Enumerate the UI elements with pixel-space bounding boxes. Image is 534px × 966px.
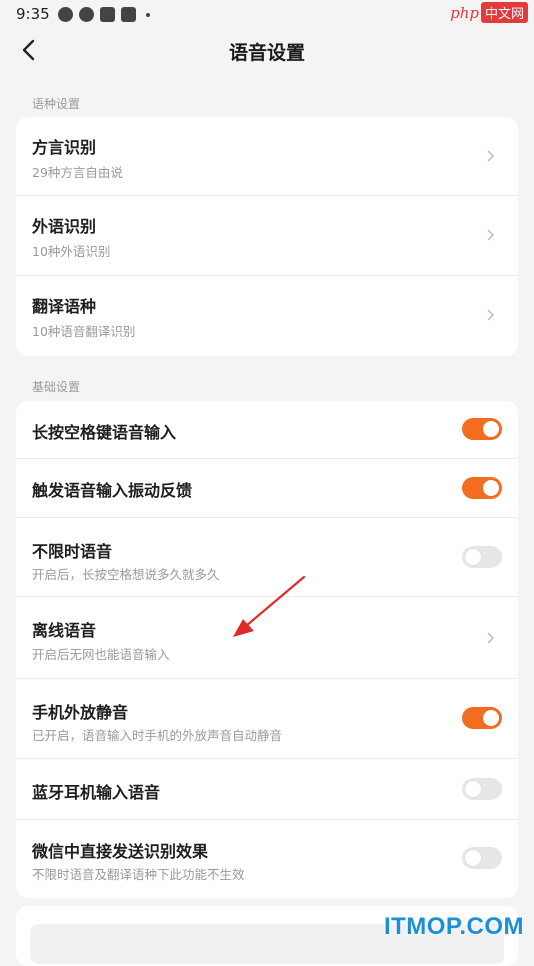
nav-bar: 语音设置 <box>0 28 534 74</box>
row-title: 外语识别 <box>32 217 97 236</box>
toggle-knob <box>483 710 499 726</box>
speaker-mute-toggle[interactable] <box>462 707 502 729</box>
dot-icon <box>146 12 150 17</box>
toggle-knob <box>483 421 499 437</box>
row-title: 触发语音输入振动反馈 <box>32 481 193 500</box>
app-icon <box>100 7 115 22</box>
row-subtitle: 开启后无网也能语音输入 <box>32 647 170 662</box>
row-subtitle: 开启后，长按空格想说多久就多久 <box>32 567 220 582</box>
toggle-knob <box>465 549 481 565</box>
wechat-direct-send-row: 微信中直接发送识别效果 不限时语音及翻译语种下此功能不生效 <box>16 820 518 898</box>
vibration-feedback-toggle[interactable] <box>462 477 502 499</box>
row-title: 手机外放静音 <box>32 703 129 722</box>
chevron-right-icon <box>482 306 500 324</box>
status-bar: 9:35 php 中文网 <box>0 0 534 28</box>
weibo-icon <box>58 7 73 22</box>
unlimited-voice-toggle[interactable] <box>462 546 502 568</box>
section-label-language: 语种设置 <box>32 97 81 111</box>
status-time: 9:35 <box>16 5 50 23</box>
offline-voice-row[interactable]: 离线语音 开启后无网也能语音输入 <box>16 597 518 679</box>
row-title: 翻译语种 <box>32 297 97 316</box>
bluetooth-voice-row: 蓝牙耳机输入语音 <box>16 759 518 820</box>
row-title: 蓝牙耳机输入语音 <box>32 783 161 802</box>
row-subtitle: 10种外语识别 <box>32 244 111 259</box>
watermark-cn: 中文网 <box>480 2 528 23</box>
watermark-logo: php 中文网 <box>450 2 528 23</box>
app-icon <box>79 7 94 22</box>
row-title: 离线语音 <box>32 621 97 640</box>
language-settings-card: 方言识别 29种方言自由说 外语识别 10种外语识别 翻译语种 10种语音翻译识… <box>16 117 518 356</box>
row-subtitle: 已开启，语音输入时手机的外放声音自动静音 <box>32 728 283 743</box>
page-title: 语音设置 <box>228 42 305 64</box>
row-title: 微信中直接发送识别效果 <box>32 842 209 861</box>
wechat-direct-send-toggle[interactable] <box>462 847 502 869</box>
row-subtitle: 10种语音翻译识别 <box>32 324 136 339</box>
bluetooth-voice-toggle[interactable] <box>462 778 502 800</box>
row-title: 方言识别 <box>32 138 97 157</box>
row-subtitle: 29种方言自由说 <box>32 165 123 180</box>
row-title: 不限时语音 <box>32 542 113 561</box>
vibration-feedback-row: 触发语音输入振动反馈 <box>16 459 518 518</box>
translation-language-row[interactable]: 翻译语种 10种语音翻译识别 <box>16 276 518 356</box>
speaker-mute-row: 手机外放静音 已开启，语音输入时手机的外放声音自动静音 <box>16 679 518 759</box>
status-icons <box>58 7 150 22</box>
chevron-right-icon <box>482 629 500 647</box>
foreign-language-row[interactable]: 外语识别 10种外语识别 <box>16 196 518 276</box>
row-subtitle: 不限时语音及翻译语种下此功能不生效 <box>32 867 245 882</box>
chevron-right-icon <box>482 226 500 244</box>
dialect-recognition-row[interactable]: 方言识别 29种方言自由说 <box>16 117 518 196</box>
long-press-space-toggle[interactable] <box>462 418 502 440</box>
toggle-knob <box>465 781 481 797</box>
long-press-space-voice-row: 长按空格键语音输入 <box>16 401 518 459</box>
chevron-right-icon <box>482 147 500 165</box>
row-title: 长按空格键语音输入 <box>32 423 177 442</box>
basic-settings-card: 长按空格键语音输入 触发语音输入振动反馈 不限时语音 开启后，长按空格想说多久就… <box>16 401 518 898</box>
app-icon <box>121 7 136 22</box>
toggle-knob <box>465 850 481 866</box>
unlimited-voice-row: 不限时语音 开启后，长按空格想说多久就多久 <box>16 518 518 597</box>
section-label-basic: 基础设置 <box>32 380 81 394</box>
toggle-knob <box>483 480 499 496</box>
watermark-text: ITMOP.COM <box>383 913 524 940</box>
watermark-php: php <box>450 3 479 22</box>
